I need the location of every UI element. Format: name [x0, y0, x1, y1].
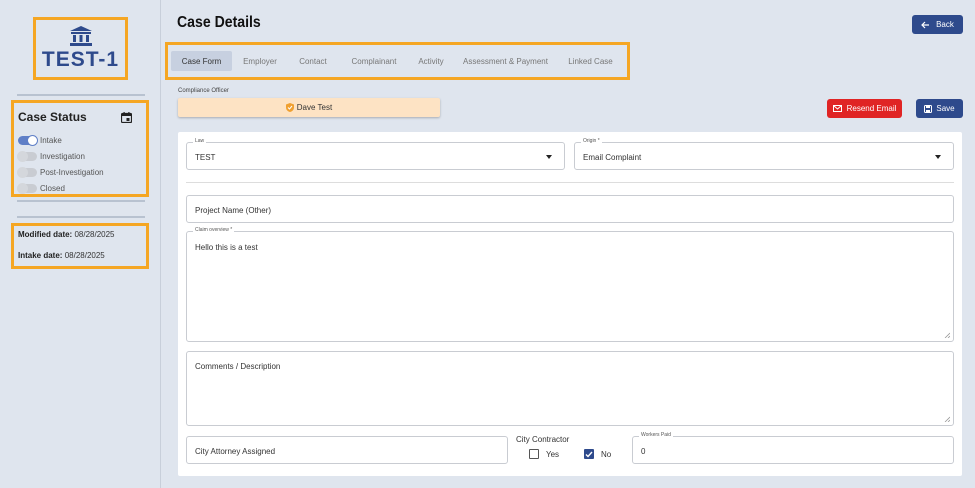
compliance-officer-label: Compliance Officer	[178, 88, 229, 94]
shield-icon	[285, 103, 294, 112]
resize-handle-icon[interactable]	[944, 332, 950, 338]
compliance-officer-field[interactable]: Dave Test	[178, 98, 440, 117]
workers-paid-label: Workers Paid	[639, 432, 673, 438]
tab-linked-case[interactable]: Linked Case	[558, 51, 623, 71]
status-label: Post-Investigation	[40, 167, 104, 177]
contractor-no-option[interactable]: No	[584, 449, 611, 459]
resend-email-label: Resend Email	[846, 104, 897, 113]
workers-paid-input[interactable]: Workers Paid 0	[632, 432, 954, 464]
claim-overview-textarea[interactable]: Claim overview * Hello this is a test	[186, 227, 954, 342]
divider	[17, 216, 145, 218]
contractor-no-label: No	[601, 449, 612, 459]
status-investigation[interactable]: Investigation	[17, 149, 85, 163]
intake-date: Intake date: 08/28/2025	[18, 251, 105, 260]
tab-employer[interactable]: Employer	[234, 51, 286, 71]
tab-complainant[interactable]: Complainant	[340, 51, 408, 71]
toggle-investigation[interactable]	[17, 150, 37, 162]
modified-date-label: Modified date:	[18, 230, 73, 239]
case-status-title: Case Status	[18, 110, 87, 124]
origin-value: Email Complaint	[583, 153, 642, 162]
tab-bar: Case Form Employer Contact Complainant A…	[165, 42, 630, 80]
status-post-investigation[interactable]: Post-Investigation	[17, 165, 104, 179]
city-attorney-placeholder: City Attorney Assigned	[195, 447, 276, 456]
toggle-intake[interactable]	[18, 134, 38, 146]
calendar-icon[interactable]	[121, 112, 132, 123]
save-label: Save	[936, 104, 955, 113]
modified-date: Modified date: 08/28/2025	[18, 230, 115, 239]
sidebar: TEST-1 Case Status Intake Investigation …	[0, 0, 161, 488]
status-label: Intake	[40, 135, 62, 145]
arrow-left-icon	[921, 21, 930, 28]
project-name-placeholder: Project Name (Other)	[195, 206, 272, 215]
contractor-yes-option[interactable]: Yes	[529, 449, 559, 459]
page-title: Case Details	[177, 14, 261, 31]
save-button[interactable]: Save	[916, 99, 963, 118]
status-intake[interactable]: Intake	[18, 133, 62, 147]
law-value: TEST	[195, 153, 216, 162]
toggle-post-investigation[interactable]	[17, 166, 37, 178]
comments-placeholder: Comments / Description	[195, 362, 281, 371]
comments-textarea[interactable]: Comments / Description	[186, 351, 954, 426]
dates-panel: Modified date: 08/28/2025 Intake date: 0…	[11, 223, 149, 269]
tab-activity[interactable]: Activity	[408, 51, 454, 71]
claim-overview-label: Claim overview *	[193, 227, 235, 233]
bank-icon	[69, 26, 92, 46]
contractor-yes-checkbox[interactable]	[529, 449, 539, 459]
back-label: Back	[936, 20, 954, 29]
intake-date-value: 08/28/2025	[64, 251, 105, 260]
tab-case-form[interactable]: Case Form	[171, 51, 232, 71]
status-label: Investigation	[40, 151, 85, 161]
divider	[186, 182, 954, 183]
tab-assessment-payment[interactable]: Assessment & Payment	[458, 51, 553, 71]
chevron-down-icon	[546, 155, 552, 159]
case-id: TEST-1	[41, 48, 120, 71]
check-icon	[585, 451, 593, 458]
contractor-no-checkbox[interactable]	[584, 449, 594, 459]
modified-date-value: 08/28/2025	[74, 230, 115, 239]
case-form: Law TEST Origin * Email Complaint Projec…	[178, 132, 962, 476]
origin-select[interactable]: Origin * Email Complaint	[574, 138, 954, 170]
origin-label: Origin *	[581, 138, 602, 144]
tab-contact[interactable]: Contact	[288, 51, 338, 71]
intake-date-label: Intake date:	[18, 251, 63, 260]
divider	[17, 94, 145, 96]
case-logo-box: TEST-1	[33, 17, 128, 80]
chevron-down-icon	[935, 155, 941, 159]
resend-email-button[interactable]: Resend Email	[827, 99, 902, 118]
contractor-yes-label: Yes	[546, 449, 560, 459]
workers-paid-value: 0	[641, 447, 646, 456]
claim-overview-value: Hello this is a test	[195, 243, 258, 252]
resize-handle-icon[interactable]	[944, 416, 950, 422]
toggle-closed[interactable]	[17, 182, 37, 194]
compliance-officer-name: Dave Test	[296, 103, 333, 112]
case-status-panel: Case Status Intake Investigation Post-In…	[11, 100, 149, 197]
city-contractor-label: City Contractor	[516, 435, 570, 444]
back-button[interactable]: Back	[912, 15, 963, 34]
status-label: Closed	[40, 183, 65, 193]
project-name-input[interactable]: Project Name (Other)	[186, 195, 954, 223]
law-label: Law	[193, 138, 207, 144]
save-icon	[924, 104, 933, 113]
divider	[17, 200, 145, 202]
city-attorney-input[interactable]: City Attorney Assigned	[186, 436, 508, 464]
email-icon	[832, 104, 842, 112]
law-select[interactable]: Law TEST	[186, 138, 565, 170]
status-closed[interactable]: Closed	[17, 181, 65, 195]
